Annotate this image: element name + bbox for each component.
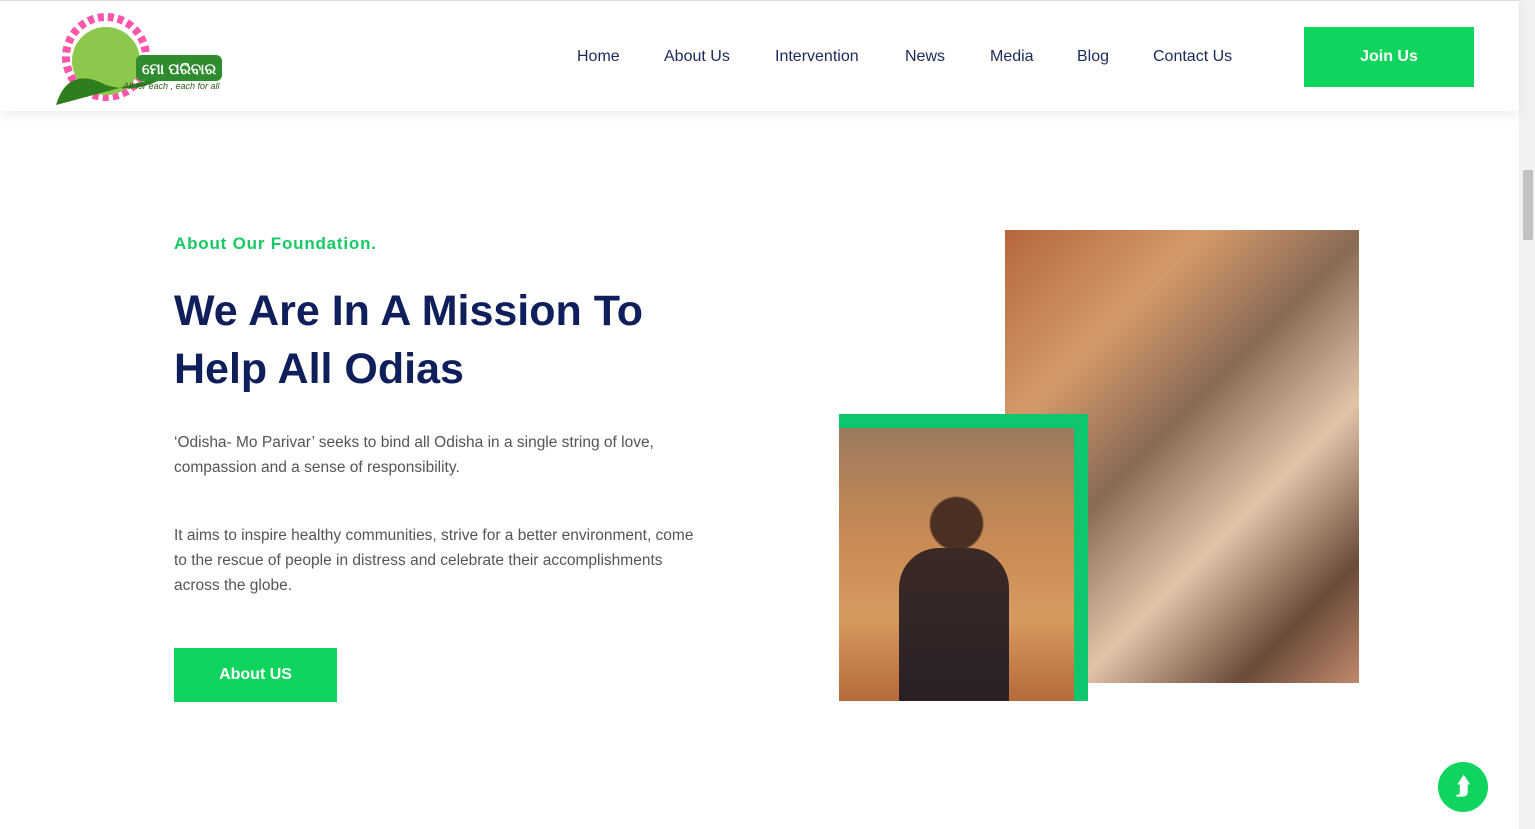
title-line-1: We Are In A Mission To — [174, 287, 644, 335]
nav-media[interactable]: Media — [990, 48, 1034, 66]
nav-contact-us[interactable]: Contact Us — [1153, 48, 1232, 66]
mo-parivar-logo[interactable]: ମୋ ପରିବାର All for each , each for all — [48, 5, 224, 109]
about-us-button[interactable]: About US — [174, 648, 337, 702]
back-to-top-button[interactable]: ⮭ — [1438, 762, 1488, 812]
nav-about-us[interactable]: About Us — [664, 48, 730, 66]
nav-home[interactable]: Home — [577, 48, 620, 66]
title-line-2: Help All Odias — [174, 345, 464, 393]
child-figure — [899, 548, 1009, 701]
site-header: ମୋ ପରିବାର All for each , each for all Ho… — [0, 0, 1519, 111]
about-paragraph-1: ‘Odisha- Mo Parivar’ seeks to bind all O… — [174, 434, 654, 476]
section-title: We Are In A Mission To Help All Odias — [174, 282, 734, 398]
arrow-up-icon: ⮭ — [1455, 773, 1471, 800]
scrollbar-thumb[interactable] — [1523, 170, 1533, 240]
nav-blog[interactable]: Blog — [1077, 48, 1109, 66]
nav-intervention[interactable]: Intervention — [775, 48, 859, 66]
nav-news[interactable]: News — [905, 48, 945, 66]
section-subtitle: About Our Foundation. — [174, 234, 377, 253]
scrollbar[interactable] — [1519, 0, 1535, 829]
svg-text:ମୋ ପରିବାର: ମୋ ପରିବାର — [142, 61, 217, 78]
join-us-button[interactable]: Join Us — [1304, 27, 1474, 87]
about-paragraph-2: It aims to inspire healthy communities, … — [174, 527, 694, 594]
svg-text:All for each , each for all: All for each , each for all — [122, 81, 221, 91]
child-portrait-photo — [839, 428, 1074, 701]
